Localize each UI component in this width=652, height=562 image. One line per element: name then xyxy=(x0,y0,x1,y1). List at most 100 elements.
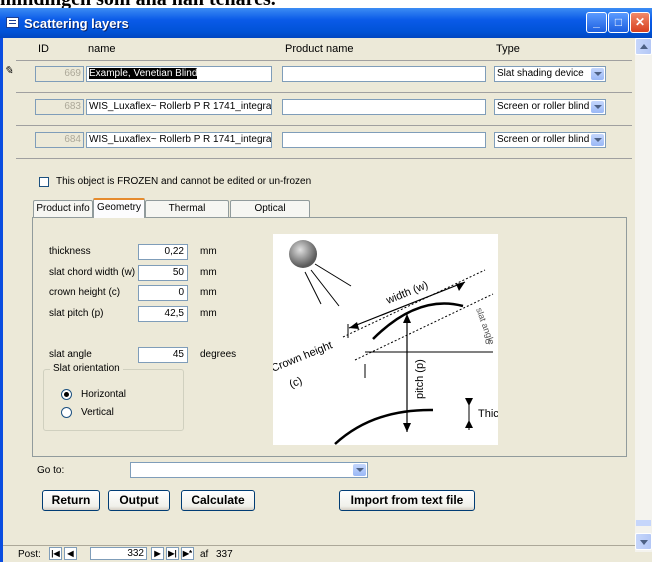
width-arrowhead-right xyxy=(456,282,465,291)
crown-label: crown height (c) xyxy=(49,287,121,298)
thickness-arrowhead-top xyxy=(465,398,473,406)
crown-input[interactable]: 0 xyxy=(138,285,188,301)
slat-diagram-svg: width (w) pitch (p) Crown height (c) Thi… xyxy=(270,240,544,445)
chord-unit: mm xyxy=(200,267,217,278)
thickness-label: Thickness (d) xyxy=(478,408,498,420)
vertical-radio[interactable] xyxy=(61,407,72,418)
crown-unit: mm xyxy=(200,287,217,298)
column-header-product-name: Product name xyxy=(285,43,354,55)
crown-symbol-label: (c) xyxy=(288,375,304,391)
record-type-select[interactable]: Screen or roller blind xyxy=(494,99,606,115)
scroll-down-button[interactable] xyxy=(635,533,652,550)
thickness-arrowhead-bottom xyxy=(465,420,473,428)
pitch-unit: mm xyxy=(200,308,217,319)
previous-record-button[interactable]: ◀ xyxy=(64,547,77,560)
pitch-label: pitch (p) xyxy=(414,359,426,399)
horizontal-radio[interactable] xyxy=(61,389,72,400)
pencil-icon: ✎ xyxy=(4,65,14,77)
angle-input[interactable]: 45 xyxy=(138,347,188,363)
record-type-select[interactable]: Slat shading device xyxy=(494,66,606,82)
goto-label: Go to: xyxy=(37,465,65,476)
output-button[interactable]: Output xyxy=(108,490,170,511)
slat-geometry-diagram: width (w) pitch (p) Crown height (c) Thi… xyxy=(270,234,544,445)
frozen-label: This object is FROZEN and cannot be edit… xyxy=(56,176,312,187)
row-divider xyxy=(16,158,632,159)
first-record-button[interactable]: |◀ xyxy=(49,547,62,560)
chord-dotted-line-lower xyxy=(354,293,494,361)
upper-slat xyxy=(372,302,464,340)
pitch-arrowhead-bottom xyxy=(403,423,411,432)
tab-optical-properties[interactable]: Optical properties xyxy=(230,200,310,229)
row-divider xyxy=(16,125,632,126)
new-record-icon: ▶* xyxy=(182,549,193,558)
horizontal-label: Horizontal xyxy=(81,389,127,400)
record-id: 683 xyxy=(35,99,84,115)
record-of-label: af xyxy=(200,549,209,560)
pitch-input[interactable]: 42,5 xyxy=(138,306,188,322)
tab-thermal-properties[interactable]: Thermal properties xyxy=(145,200,229,229)
chord-label: slat chord width (w) xyxy=(49,267,136,278)
width-label: width (w) xyxy=(384,279,430,307)
record-name-field[interactable]: Example, Venetian Blind xyxy=(86,66,272,82)
chevron-down-icon[interactable] xyxy=(591,134,604,146)
title-bar[interactable]: Scattering layers xyxy=(0,8,652,38)
record-product-name-field[interactable] xyxy=(282,66,486,82)
slat-orientation-legend: Slat orientation xyxy=(50,363,123,374)
record-product-name-field[interactable] xyxy=(282,99,486,115)
previous-record-icon: ◀ xyxy=(67,549,74,558)
chevron-down-icon[interactable] xyxy=(353,464,366,476)
tab-geometry[interactable]: Geometry xyxy=(93,198,145,218)
close-icon: ✕ xyxy=(634,15,646,29)
record-name-field[interactable]: WIS_Luxaflex~ Rollerb P R 1741_integrate… xyxy=(86,132,272,148)
width-arrowhead-left xyxy=(349,322,359,329)
sun-icon xyxy=(289,240,317,268)
column-header-name: name xyxy=(88,43,116,55)
column-header-type: Type xyxy=(496,43,520,55)
return-button[interactable]: Return xyxy=(42,490,100,511)
first-record-icon: |◀ xyxy=(51,549,60,558)
current-record-field[interactable]: 332 xyxy=(90,547,147,560)
sun-rays xyxy=(304,263,352,307)
import-button[interactable]: Import from text file xyxy=(339,490,475,511)
frozen-checkbox[interactable] xyxy=(39,177,49,187)
record-name-field[interactable]: WIS_Luxaflex~ Rollerb P R 1741_integrate… xyxy=(86,99,272,115)
row-divider xyxy=(16,60,632,61)
minimize-button[interactable]: _ xyxy=(586,12,607,33)
chevron-down-icon[interactable] xyxy=(591,101,604,113)
window-title: Scattering layers xyxy=(24,16,129,31)
record-nav-label: Post: xyxy=(18,549,41,560)
chord-input[interactable]: 50 xyxy=(138,265,188,281)
minimize-icon: _ xyxy=(593,15,600,29)
thickness-input[interactable]: 0,22 xyxy=(138,244,188,260)
record-type-select[interactable]: Screen or roller blind xyxy=(494,132,606,148)
close-button[interactable]: ✕ xyxy=(630,12,650,33)
calculate-button[interactable]: Calculate xyxy=(181,490,255,511)
record-product-name-field[interactable] xyxy=(282,132,486,148)
thickness-unit: mm xyxy=(200,246,217,257)
crown-height-label: Crown height xyxy=(273,339,334,374)
last-record-button[interactable]: ▶| xyxy=(166,547,179,560)
scrollbar-thumb[interactable] xyxy=(636,520,651,526)
chevron-down-icon[interactable] xyxy=(591,68,604,80)
chord-dotted-line-upper xyxy=(342,269,486,338)
record-id: 684 xyxy=(35,132,84,148)
goto-select[interactable] xyxy=(130,462,368,478)
maximize-button[interactable]: □ xyxy=(608,12,629,33)
scroll-up-button[interactable] xyxy=(635,38,652,55)
form-icon xyxy=(6,17,19,28)
maximize-icon: □ xyxy=(614,15,623,29)
angle-unit: degrees xyxy=(200,349,237,360)
tab-product-info[interactable]: Product info xyxy=(33,200,93,217)
thickness-label: thickness xyxy=(49,246,91,257)
angle-label: slat angle xyxy=(49,349,92,360)
record-id: 669 xyxy=(35,66,84,82)
column-header-id: ID xyxy=(38,43,49,55)
vertical-label: Vertical xyxy=(81,407,114,418)
next-record-button[interactable]: ▶ xyxy=(151,547,164,560)
lower-slat xyxy=(334,408,434,445)
row-divider xyxy=(16,92,632,93)
slat-orientation-group xyxy=(43,369,184,431)
last-record-icon: ▶| xyxy=(168,549,177,558)
new-record-button[interactable]: ▶* xyxy=(181,547,194,560)
vertical-scrollbar[interactable] xyxy=(635,38,652,552)
